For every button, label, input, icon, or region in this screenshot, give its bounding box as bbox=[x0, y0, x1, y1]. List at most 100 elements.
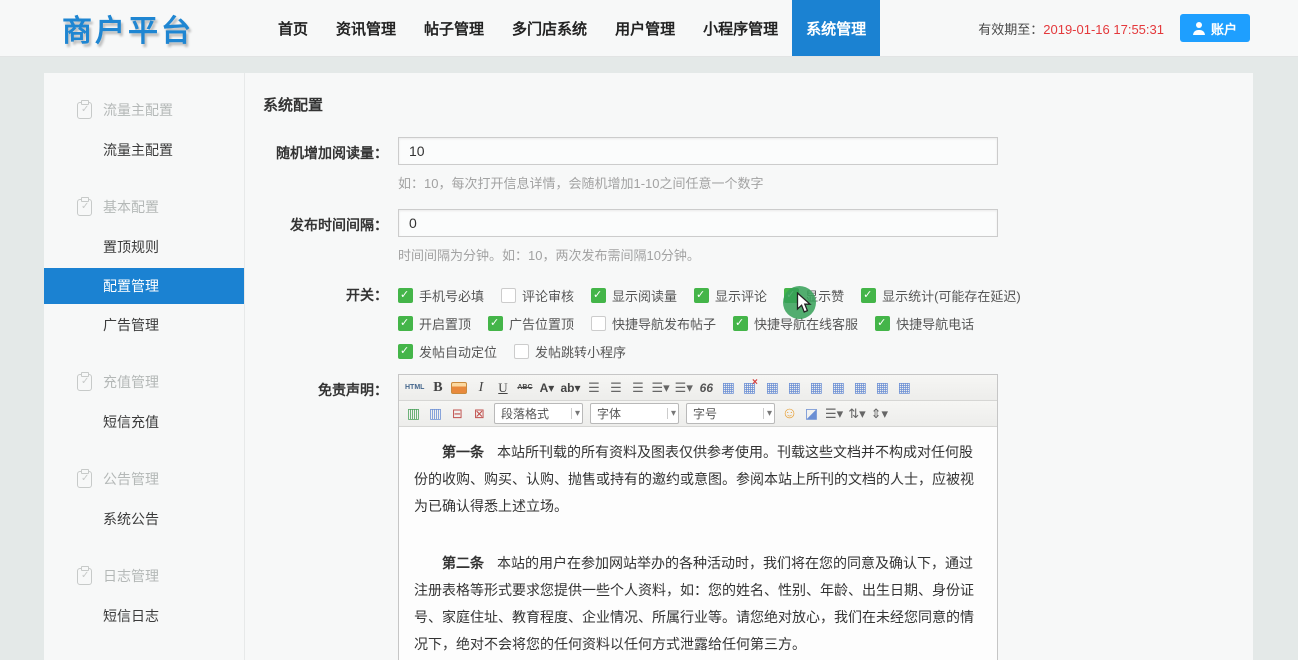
highlight-color-icon[interactable]: ab▾ bbox=[558, 377, 582, 398]
vertical-align-icon[interactable]: ⇅▾ bbox=[846, 403, 867, 424]
insert-col-left-icon[interactable]: ▥ bbox=[403, 403, 424, 424]
paragraph-format-select[interactable]: 段落格式▾ bbox=[494, 403, 583, 424]
switch-show-reads[interactable]: 显示阅读量 bbox=[591, 286, 677, 305]
rich-text-editor: HTML B I U ABC A▾ ab▾ ☰ ☰ ☰ ☰▾ ☰▾ 66 bbox=[398, 374, 998, 660]
delete-col-icon[interactable]: ⊠ bbox=[469, 403, 490, 424]
sidebar-group-title: 充值管理 bbox=[44, 363, 244, 401]
page-title: 系统配置 bbox=[263, 94, 1253, 115]
checkbox-checked-icon[interactable] bbox=[398, 344, 413, 359]
checkbox-checked-icon[interactable] bbox=[784, 288, 799, 303]
sidebar-group-label: 公告管理 bbox=[103, 469, 159, 489]
delete-table-icon[interactable]: ▦ bbox=[740, 377, 761, 398]
html-source-icon[interactable]: HTML bbox=[403, 377, 426, 398]
delete-row-icon[interactable]: ⊟ bbox=[447, 403, 468, 424]
sidebar-item-traffic-config[interactable]: 流量主配置 bbox=[44, 132, 244, 168]
underline-icon[interactable]: U bbox=[492, 377, 513, 398]
select-value: 段落格式 bbox=[501, 405, 549, 422]
checkbox-checked-icon[interactable] bbox=[488, 316, 503, 331]
font-family-select[interactable]: 字体▾ bbox=[590, 403, 679, 424]
align-center-icon[interactable]: ☰ bbox=[605, 377, 626, 398]
align-left-icon[interactable]: ☰ bbox=[583, 377, 604, 398]
eraser-icon[interactable]: ◪ bbox=[801, 403, 822, 424]
switch-phone-required[interactable]: 手机号必填 bbox=[398, 286, 484, 305]
switch-quicknav-post[interactable]: 快捷导航发布帖子 bbox=[591, 314, 716, 333]
font-size-select[interactable]: 字号▾ bbox=[686, 403, 775, 424]
merge-cells-icon[interactable]: ▦ bbox=[828, 377, 849, 398]
disclaimer-label: 免责声明： bbox=[263, 374, 388, 660]
switch-show-likes[interactable]: 显示赞 bbox=[784, 286, 844, 305]
switch-post-jump-mini[interactable]: 发帖跳转小程序 bbox=[514, 342, 626, 361]
sidebar-group-title: 日志管理 bbox=[44, 557, 244, 595]
sidebar-item-sms-recharge[interactable]: 短信充值 bbox=[44, 404, 244, 440]
switch-ad-pin[interactable]: 广告位置顶 bbox=[488, 314, 574, 333]
split-cells-icon[interactable]: ▦ bbox=[850, 377, 871, 398]
sidebar-group-title: 公告管理 bbox=[44, 460, 244, 498]
switch-comment-review[interactable]: 评论审核 bbox=[501, 286, 574, 305]
list-spacing-icon[interactable]: ⇕▾ bbox=[869, 403, 890, 424]
sidebar-group-logs: 日志管理 短信日志 bbox=[44, 557, 244, 634]
nav-item-posts[interactable]: 帖子管理 bbox=[410, 0, 498, 56]
sidebar-item-ad-manage[interactable]: 广告管理 bbox=[44, 307, 244, 343]
checkbox-unchecked-icon[interactable] bbox=[514, 344, 529, 359]
bold-icon[interactable]: B bbox=[427, 377, 448, 398]
app-logo[interactable]: 商户平台 bbox=[62, 0, 252, 56]
switch-show-stats[interactable]: 显示统计(可能存在延迟) bbox=[861, 286, 1021, 305]
sidebar-item-sms-log[interactable]: 短信日志 bbox=[44, 598, 244, 634]
unordered-list-icon[interactable]: ☰▾ bbox=[649, 377, 671, 398]
sidebar-item-pin-rules[interactable]: 置顶规则 bbox=[44, 229, 244, 265]
nav-item-news[interactable]: 资讯管理 bbox=[322, 0, 410, 56]
emoticons-icon[interactable]: ☺ bbox=[779, 403, 800, 424]
sidebar-item-config-manage[interactable]: 配置管理 bbox=[44, 268, 244, 304]
read-count-label: 随机增加阅读量： bbox=[263, 137, 388, 165]
switch-post-autolocate[interactable]: 发帖自动定位 bbox=[398, 342, 497, 361]
switch-quicknav-service[interactable]: 快捷导航在线客服 bbox=[733, 314, 858, 333]
sidebar-group-label: 日志管理 bbox=[103, 566, 159, 586]
switches-label: 开关： bbox=[263, 281, 388, 374]
insert-table-icon[interactable]: ▦ bbox=[718, 377, 739, 398]
form-row-interval: 发布时间间隔： bbox=[263, 209, 1253, 237]
checkbox-checked-icon[interactable] bbox=[733, 316, 748, 331]
interval-input[interactable] bbox=[398, 209, 998, 237]
read-count-input[interactable] bbox=[398, 137, 998, 165]
nav-item-home[interactable]: 首页 bbox=[264, 0, 322, 56]
italic-icon[interactable]: I bbox=[470, 377, 491, 398]
nav-item-users[interactable]: 用户管理 bbox=[601, 0, 689, 56]
switch-quicknav-phone[interactable]: 快捷导航电话 bbox=[875, 314, 974, 333]
switch-label: 快捷导航在线客服 bbox=[754, 314, 858, 333]
insert-image-icon[interactable] bbox=[451, 382, 467, 394]
checkbox-checked-icon[interactable] bbox=[875, 316, 890, 331]
switch-enable-pin[interactable]: 开启置顶 bbox=[398, 314, 471, 333]
insert-row-above-icon[interactable]: ▦ bbox=[784, 377, 805, 398]
nav-item-multistore[interactable]: 多门店系统 bbox=[498, 0, 601, 56]
table-props-icon[interactable]: ▦ bbox=[762, 377, 783, 398]
expiry-value: 2019-01-16 17:55:31 bbox=[1043, 22, 1164, 37]
line-height-icon[interactable]: ☰▾ bbox=[823, 403, 845, 424]
clipboard-check-icon bbox=[77, 102, 92, 119]
font-color-icon[interactable]: A▾ bbox=[536, 377, 557, 398]
nav-item-system[interactable]: 系统管理 bbox=[792, 0, 880, 56]
delete-cells-icon[interactable]: ▦ bbox=[894, 377, 915, 398]
sidebar-item-system-announce[interactable]: 系统公告 bbox=[44, 501, 244, 537]
insert-row-below-icon[interactable]: ▦ bbox=[806, 377, 827, 398]
checkbox-checked-icon[interactable] bbox=[591, 288, 606, 303]
sidebar-group-title: 流量主配置 bbox=[44, 91, 244, 129]
align-right-icon[interactable]: ☰ bbox=[627, 377, 648, 398]
insert-col-right-icon[interactable]: ▥ bbox=[425, 403, 446, 424]
account-button[interactable]: 账户 bbox=[1180, 14, 1250, 42]
checkbox-checked-icon[interactable] bbox=[694, 288, 709, 303]
ordered-list-icon[interactable]: ☰▾ bbox=[673, 377, 695, 398]
editor-content-area[interactable]: 第一条本站所刊载的所有资料及图表仅供参考使用。刊载这些文档并不构成对任何股份的收… bbox=[399, 427, 997, 660]
switch-show-comments[interactable]: 显示评论 bbox=[694, 286, 767, 305]
strikethrough-icon[interactable]: ABC bbox=[514, 377, 535, 398]
blockquote-icon[interactable]: 66 bbox=[696, 377, 717, 398]
switch-label: 快捷导航电话 bbox=[896, 314, 974, 333]
checkbox-unchecked-icon[interactable] bbox=[501, 288, 516, 303]
insert-col-icon[interactable]: ▦ bbox=[872, 377, 893, 398]
checkbox-checked-icon[interactable] bbox=[398, 288, 413, 303]
nav-item-miniprogram[interactable]: 小程序管理 bbox=[689, 0, 792, 56]
checkbox-checked-icon[interactable] bbox=[398, 316, 413, 331]
checkbox-unchecked-icon[interactable] bbox=[591, 316, 606, 331]
switch-label: 显示赞 bbox=[805, 286, 844, 305]
checkbox-checked-icon[interactable] bbox=[861, 288, 876, 303]
switch-row: 手机号必填 评论审核 显示阅读量 显示评论 显示赞 显示统计(可能存在延迟) bbox=[398, 286, 1021, 305]
